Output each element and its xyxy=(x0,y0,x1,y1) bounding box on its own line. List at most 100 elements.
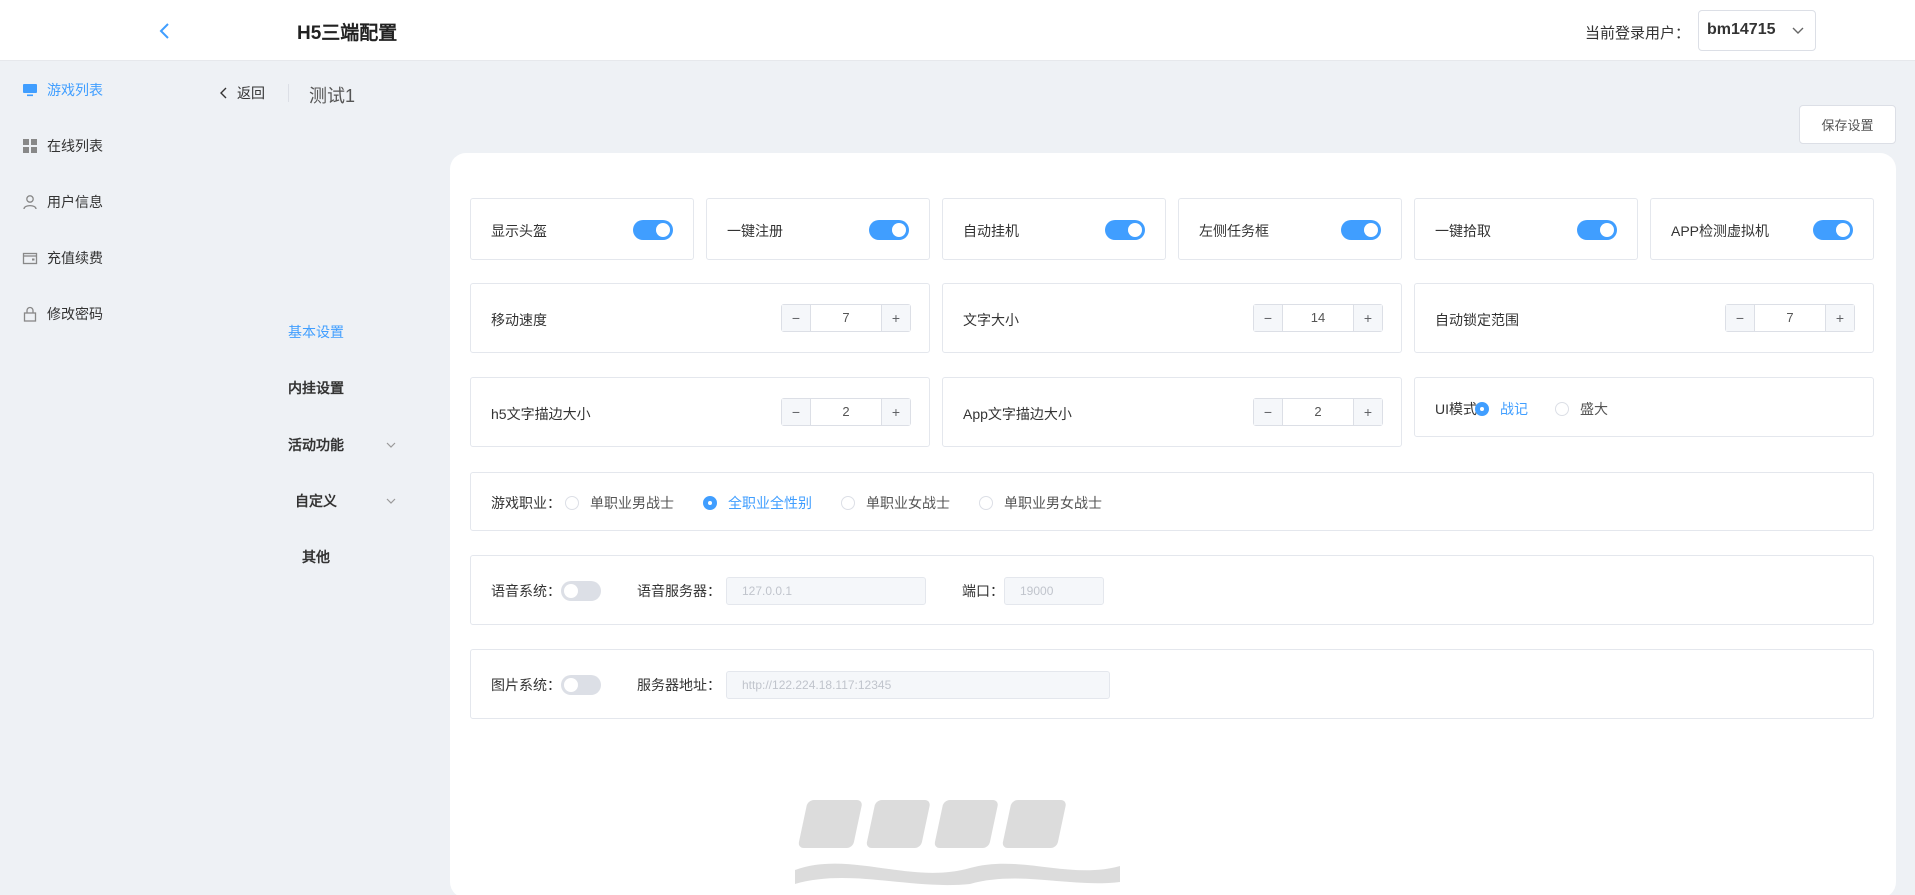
image-system-card: 图片系统： 服务器地址： xyxy=(470,649,1874,719)
stepper-value[interactable]: 2 xyxy=(811,399,881,425)
stepper-label: 自动锁定范围 xyxy=(1435,312,1519,328)
stepper-card: 移动速度 − 7 + xyxy=(470,283,930,353)
sidebar-item-online-list[interactable]: 在线列表 xyxy=(22,134,103,158)
ui-mode-card: UI模式： 战记 盛大 xyxy=(1414,377,1874,437)
radio-dot xyxy=(565,496,579,510)
sidebar-item-label: 用户信息 xyxy=(47,194,103,210)
image-server-input[interactable] xyxy=(726,671,1110,699)
lock-icon xyxy=(23,306,37,322)
chevron-left-icon xyxy=(220,87,227,99)
monitor-icon xyxy=(23,84,37,97)
radio-label: 盛大 xyxy=(1580,401,1608,417)
page-back-label: 返回 xyxy=(237,85,265,101)
radio-label: 单职业男战士 xyxy=(590,495,674,511)
stepper-value[interactable]: 14 xyxy=(1283,305,1353,331)
profession-radio-all[interactable]: 全职业全性别 xyxy=(703,493,812,513)
profession-radio-single-male-female[interactable]: 单职业男女战士 xyxy=(979,493,1102,513)
submenu-item-activity[interactable]: 活动功能 xyxy=(226,433,406,457)
radio-dot xyxy=(703,496,717,510)
toggle-label: 一键注册 xyxy=(727,223,783,239)
save-settings-button[interactable]: 保存设置 xyxy=(1799,105,1896,144)
one-click-register-switch[interactable] xyxy=(869,220,909,240)
show-helmet-switch[interactable] xyxy=(633,220,673,240)
app-text-stroke-stepper[interactable]: − 2 + xyxy=(1253,398,1383,426)
submenu-item-other[interactable]: 其他 xyxy=(226,545,406,569)
increment-button[interactable]: + xyxy=(881,399,910,425)
h5-text-stroke-stepper[interactable]: − 2 + xyxy=(781,398,911,426)
voice-system-label: 语音系统： xyxy=(491,583,561,599)
decrement-button[interactable]: − xyxy=(1726,305,1755,331)
radio-label: 战记 xyxy=(1500,401,1528,417)
stepper-card: h5文字描边大小 − 2 + xyxy=(470,377,930,447)
font-size-stepper[interactable]: − 14 + xyxy=(1253,304,1383,332)
voice-system-switch[interactable] xyxy=(561,581,601,601)
app-title: H5三端配置 xyxy=(297,23,398,44)
radio-label: 单职业女战士 xyxy=(866,495,950,511)
stepper-card: 自动锁定范围 − 7 + xyxy=(1414,283,1874,353)
sidebar-item-label: 修改密码 xyxy=(47,306,103,322)
decrement-button[interactable]: − xyxy=(1254,399,1283,425)
profession-card: 游戏职业： 单职业男战士 全职业全性别 单职业女战士 单职业男女战士 xyxy=(470,472,1874,531)
voice-system-card: 语音系统： 语音服务器： 端口： xyxy=(470,555,1874,625)
chevron-down-icon xyxy=(386,442,396,448)
sidebar-item-change-password[interactable]: 修改密码 xyxy=(22,302,103,326)
ui-mode-radio-zhanji[interactable]: 战记 xyxy=(1475,399,1528,419)
back-arrow-icon[interactable] xyxy=(152,18,178,44)
toggle-card: 一键拾取 xyxy=(1414,198,1638,260)
page-title: 测试1 xyxy=(309,86,356,106)
profession-radio-single-female[interactable]: 单职业女战士 xyxy=(841,493,950,513)
decrement-button[interactable]: − xyxy=(1254,305,1283,331)
submenu-item-custom[interactable]: 自定义 xyxy=(226,489,406,513)
stepper-value[interactable]: 2 xyxy=(1283,399,1353,425)
profession-radio-single-male[interactable]: 单职业男战士 xyxy=(565,493,674,513)
increment-button[interactable]: + xyxy=(1825,305,1854,331)
image-system-label: 图片系统： xyxy=(491,677,561,693)
current-user-label: 当前登录用户： xyxy=(1585,25,1691,42)
stepper-label: 文字大小 xyxy=(963,312,1019,328)
left-task-panel-switch[interactable] xyxy=(1341,220,1381,240)
profession-label: 游戏职业： xyxy=(491,495,561,511)
toggle-label: 自动挂机 xyxy=(963,223,1019,239)
radio-label: 全职业全性别 xyxy=(728,495,812,511)
settings-panel: 显示头盔 一键注册 自动挂机 左侧任务框 一键拾取 APP检测虚拟机 移动速度 … xyxy=(450,153,1896,895)
auto-idle-switch[interactable] xyxy=(1105,220,1145,240)
ui-mode-radio-shengda[interactable]: 盛大 xyxy=(1555,399,1608,419)
chevron-down-icon xyxy=(386,498,396,504)
decrement-button[interactable]: − xyxy=(782,399,811,425)
stepper-value[interactable]: 7 xyxy=(1755,305,1825,331)
move-speed-stepper[interactable]: − 7 + xyxy=(781,304,911,332)
stepper-value[interactable]: 7 xyxy=(811,305,881,331)
toggle-card: 左侧任务框 xyxy=(1178,198,1402,260)
page-back-button[interactable]: 返回 xyxy=(219,83,265,103)
toggle-label: 左侧任务框 xyxy=(1199,223,1269,239)
image-system-switch[interactable] xyxy=(561,675,601,695)
watermark-logo xyxy=(795,800,1120,886)
sidebar-item-label: 充值续费 xyxy=(47,250,103,266)
decrement-button[interactable]: − xyxy=(782,305,811,331)
top-header: H5三端配置 当前登录用户： bm14715 xyxy=(0,0,1915,61)
increment-button[interactable]: + xyxy=(1353,399,1382,425)
toggle-card: 显示头盔 xyxy=(470,198,694,260)
user-dropdown[interactable]: bm14715 xyxy=(1698,10,1816,51)
radio-label: 单职业男女战士 xyxy=(1004,495,1102,511)
toggle-card: 自动挂机 xyxy=(942,198,1166,260)
sidebar-item-recharge[interactable]: 充值续费 xyxy=(22,246,103,270)
port-label: 端口： xyxy=(962,583,1004,599)
increment-button[interactable]: + xyxy=(1353,305,1382,331)
toggle-card: 一键注册 xyxy=(706,198,930,260)
submenu-item-basic[interactable]: 基本设置 xyxy=(226,320,406,344)
auto-lock-range-stepper[interactable]: − 7 + xyxy=(1725,304,1855,332)
wallet-icon xyxy=(22,252,38,265)
toggle-card: APP检测虚拟机 xyxy=(1650,198,1874,260)
radio-dot xyxy=(979,496,993,510)
sidebar-item-user-info[interactable]: 用户信息 xyxy=(22,190,103,214)
one-click-pickup-switch[interactable] xyxy=(1577,220,1617,240)
sidebar-item-label: 游戏列表 xyxy=(47,82,103,98)
increment-button[interactable]: + xyxy=(881,305,910,331)
submenu-item-plugin[interactable]: 内挂设置 xyxy=(226,376,406,400)
app-vm-detect-switch[interactable] xyxy=(1813,220,1853,240)
voice-server-input[interactable] xyxy=(726,577,926,605)
port-input[interactable] xyxy=(1004,577,1104,605)
sidebar-item-game-list[interactable]: 游戏列表 xyxy=(22,78,103,102)
voice-server-label: 语音服务器： xyxy=(637,583,721,599)
